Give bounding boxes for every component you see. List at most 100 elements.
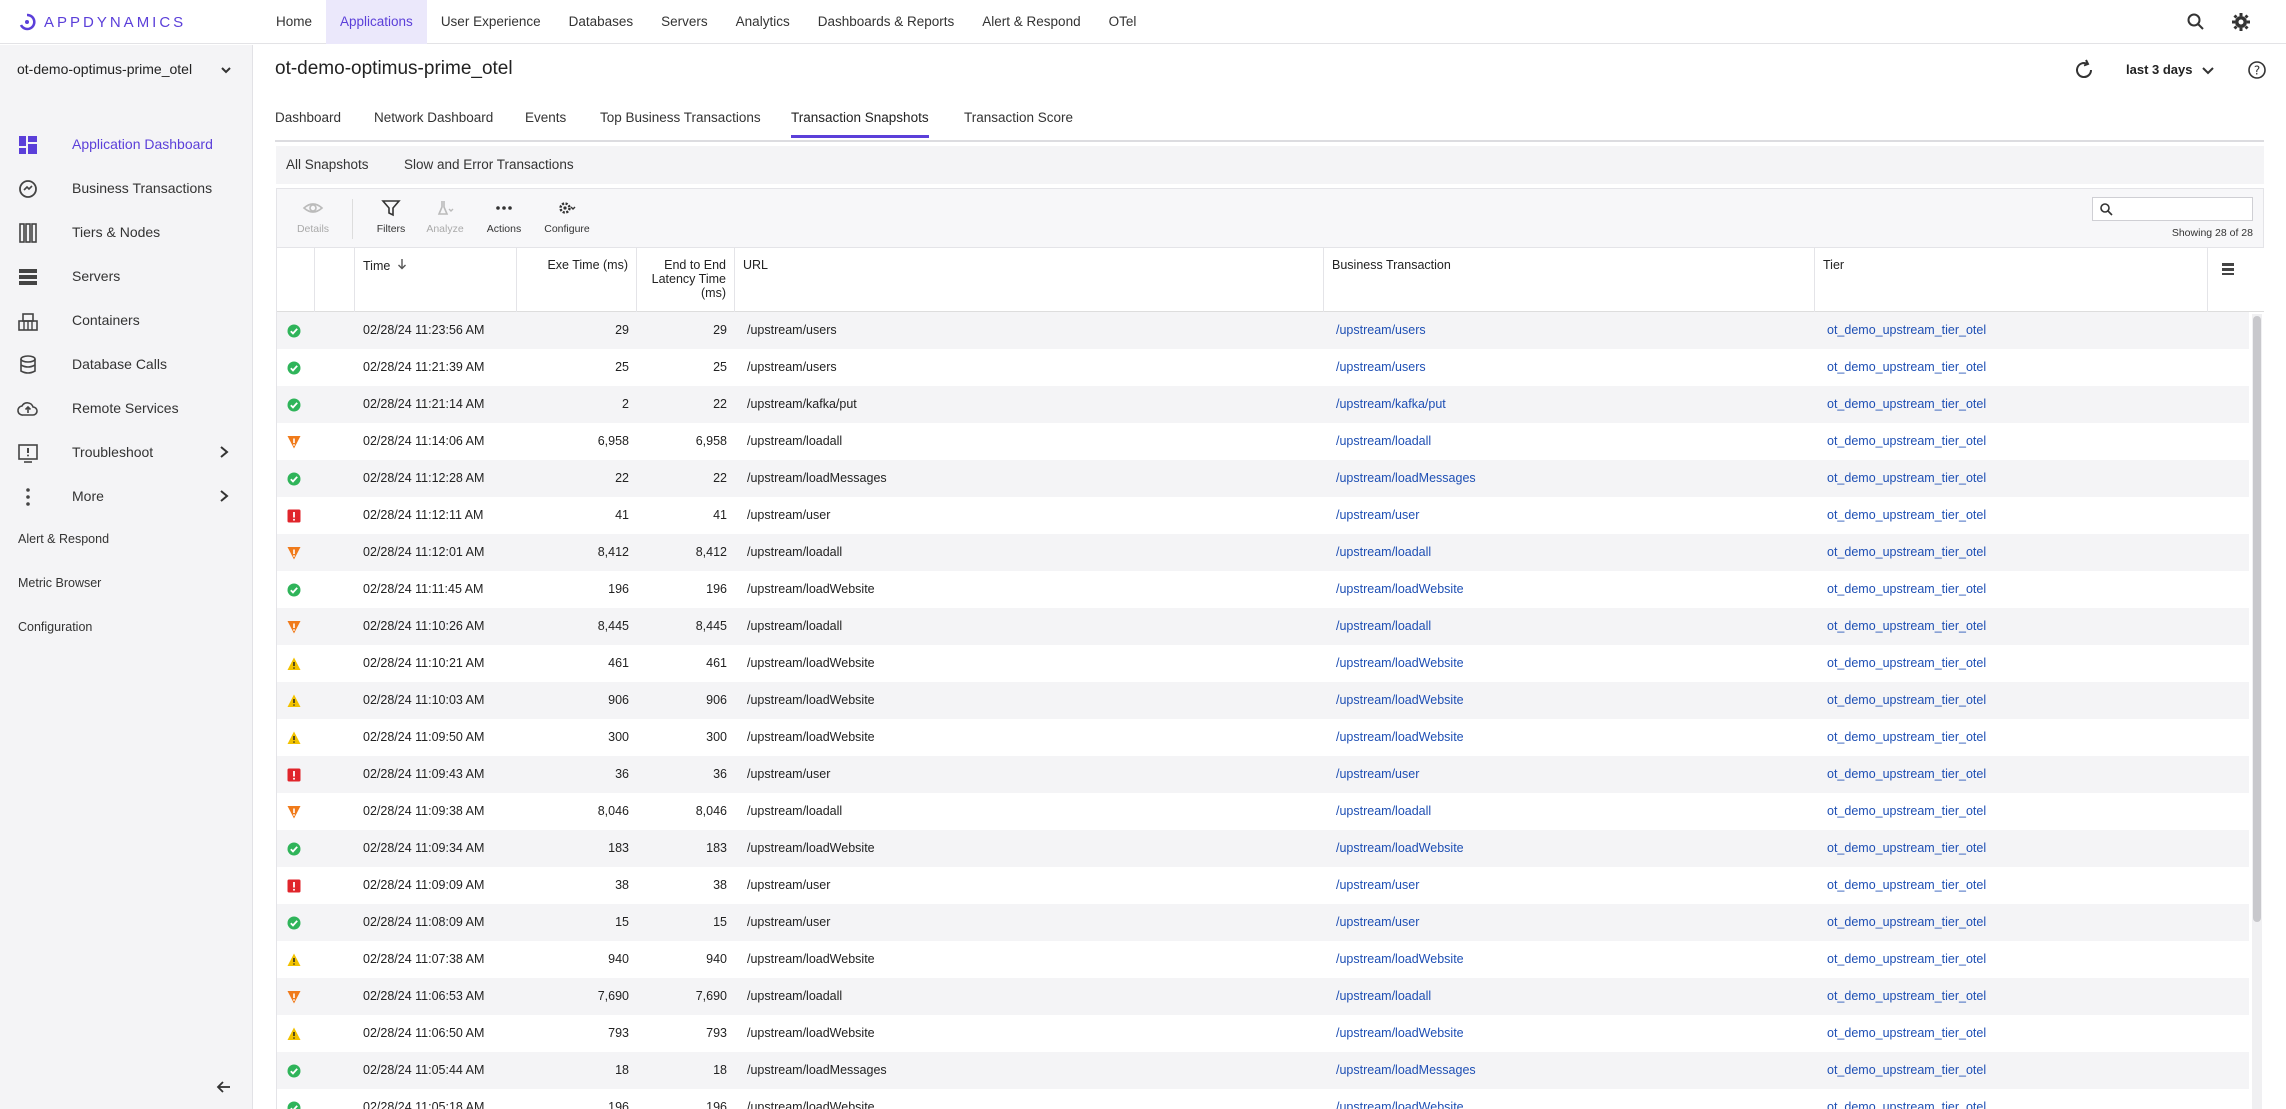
table-row[interactable]: 02/28/24 11:06:53 AM 7,690 7,690/upstream/… [277, 978, 2249, 1015]
subtab-slow-and-error-transactions[interactable]: Slow and Error Transactions [404, 157, 574, 172]
nav-item-databases[interactable]: Databases [555, 0, 648, 44]
cell-business-transaction-link[interactable]: /upstream/loadWebsite [1336, 730, 1464, 744]
nav-item-servers[interactable]: Servers [647, 0, 722, 44]
search-icon[interactable] [2185, 11, 2207, 33]
table-row[interactable]: 02/28/24 11:10:03 AM 906 906/upstream/load… [277, 682, 2249, 719]
column-settings-icon[interactable] [2219, 260, 2237, 278]
cell-tier-link[interactable]: ot_demo_upstream_tier_otel [1827, 323, 1986, 337]
cell-tier-link[interactable]: ot_demo_upstream_tier_otel [1827, 693, 1986, 707]
table-row[interactable]: 02/28/24 11:11:45 AM 196 196/upstream/load… [277, 571, 2249, 608]
cell-business-transaction-link[interactable]: /upstream/loadall [1336, 619, 1431, 633]
nav-item-applications[interactable]: Applications [326, 0, 427, 44]
cell-tier-link[interactable]: ot_demo_upstream_tier_otel [1827, 656, 1986, 670]
sidebar-item-containers[interactable]: Containers [0, 301, 253, 341]
filters-button[interactable]: Filters [361, 197, 421, 245]
cell-tier-link[interactable]: ot_demo_upstream_tier_otel [1827, 767, 1986, 781]
tab-transaction-snapshots[interactable]: Transaction Snapshots [791, 110, 929, 138]
search-input[interactable] [2092, 197, 2253, 221]
table-row[interactable]: 02/28/24 11:08:09 AM 15 15/upstream/user/u… [277, 904, 2249, 941]
cell-tier-link[interactable]: ot_demo_upstream_tier_otel [1827, 397, 1986, 411]
cell-tier-link[interactable]: ot_demo_upstream_tier_otel [1827, 508, 1986, 522]
cell-business-transaction-link[interactable]: /upstream/user [1336, 878, 1419, 892]
actions-button[interactable]: Actions [474, 197, 534, 245]
cell-tier-link[interactable]: ot_demo_upstream_tier_otel [1827, 878, 1986, 892]
table-row[interactable]: 02/28/24 11:23:56 AM 29 29/upstream/users /… [277, 312, 2249, 349]
sidebar-item-business-transactions[interactable]: Business Transactions [0, 169, 253, 209]
sidebar-item-tiers-nodes[interactable]: Tiers & Nodes [0, 213, 253, 253]
sidebar-link-metric-browser[interactable]: Metric Browser [18, 576, 101, 590]
nav-item-dashboards-reports[interactable]: Dashboards & Reports [804, 0, 969, 44]
chevron-down-icon[interactable] [2200, 62, 2216, 78]
time-range-selector[interactable]: last 3 days [2126, 62, 2193, 77]
refresh-icon[interactable] [2072, 58, 2096, 82]
cell-tier-link[interactable]: ot_demo_upstream_tier_otel [1827, 804, 1986, 818]
tab-transaction-score[interactable]: Transaction Score [964, 110, 1073, 135]
table-row[interactable]: 02/28/24 11:12:28 AM 22 22/upstream/loadMe… [277, 460, 2249, 497]
cell-business-transaction-link[interactable]: /upstream/loadall [1336, 434, 1431, 448]
sidebar-item-troubleshoot[interactable]: Troubleshoot [0, 433, 253, 473]
table-row[interactable]: 02/28/24 11:12:01 AM 8,412 8,412/upstream/… [277, 534, 2249, 571]
table-row[interactable]: 02/28/24 11:09:50 AM 300 300/upstream/load… [277, 719, 2249, 756]
cell-tier-link[interactable]: ot_demo_upstream_tier_otel [1827, 989, 1986, 1003]
tab-events[interactable]: Events [525, 110, 566, 135]
sidebar-item-database-calls[interactable]: Database Calls [0, 345, 253, 385]
cell-business-transaction-link[interactable]: /upstream/loadall [1336, 989, 1431, 1003]
cell-business-transaction-link[interactable]: /upstream/users [1336, 323, 1426, 337]
table-row[interactable]: 02/28/24 11:09:38 AM 8,046 8,046/upstream/… [277, 793, 2249, 830]
cell-tier-link[interactable]: ot_demo_upstream_tier_otel [1827, 619, 1986, 633]
cell-tier-link[interactable]: ot_demo_upstream_tier_otel [1827, 545, 1986, 559]
table-scrollbar-thumb[interactable] [2253, 316, 2261, 922]
sidebar-item-more[interactable]: More [0, 477, 253, 517]
configure-button[interactable]: Configure [537, 197, 597, 245]
cell-business-transaction-link[interactable]: /upstream/loadWebsite [1336, 656, 1464, 670]
column-url[interactable]: URL [735, 248, 1324, 312]
cell-tier-link[interactable]: ot_demo_upstream_tier_otel [1827, 471, 1986, 485]
cell-business-transaction-link[interactable]: /upstream/loadall [1336, 804, 1431, 818]
column-time[interactable]: Time [355, 248, 517, 312]
table-row[interactable]: 02/28/24 11:21:14 AM 2 22/upstream/kafka/p… [277, 386, 2249, 423]
cell-business-transaction-link[interactable]: /upstream/loadWebsite [1336, 952, 1464, 966]
cell-business-transaction-link[interactable]: /upstream/loadWebsite [1336, 582, 1464, 596]
table-row[interactable]: 02/28/24 11:07:38 AM 940 940/upstream/load… [277, 941, 2249, 978]
collapse-sidebar-icon[interactable] [214, 1077, 234, 1097]
nav-item-otel[interactable]: OTel [1095, 0, 1151, 44]
cell-business-transaction-link[interactable]: /upstream/loadMessages [1336, 1063, 1476, 1077]
cell-tier-link[interactable]: ot_demo_upstream_tier_otel [1827, 360, 1986, 374]
table-row[interactable]: 02/28/24 11:05:18 AM 196 196/upstream/load… [277, 1089, 2249, 1109]
nav-item-alert-respond[interactable]: Alert & Respond [968, 0, 1094, 44]
sidebar-item-remote-services[interactable]: Remote Services [0, 389, 253, 429]
cell-business-transaction-link[interactable]: /upstream/user [1336, 508, 1419, 522]
cell-business-transaction-link[interactable]: /upstream/user [1336, 915, 1419, 929]
cell-business-transaction-link[interactable]: /upstream/users [1336, 360, 1426, 374]
help-icon[interactable]: ? [2247, 60, 2267, 80]
cell-tier-link[interactable]: ot_demo_upstream_tier_otel [1827, 1026, 1986, 1040]
table-row[interactable]: 02/28/24 11:09:43 AM 36 36/upstream/user/u… [277, 756, 2249, 793]
table-row[interactable]: 02/28/24 11:10:21 AM 461 461/upstream/load… [277, 645, 2249, 682]
cell-business-transaction-link[interactable]: /upstream/user [1336, 767, 1419, 781]
appdynamics-logo[interactable]: APPDYNAMICS [18, 10, 186, 34]
cell-tier-link[interactable]: ot_demo_upstream_tier_otel [1827, 434, 1986, 448]
table-row[interactable]: 02/28/24 11:09:34 AM 183 183/upstream/load… [277, 830, 2249, 867]
subtab-all-snapshots[interactable]: All Snapshots [286, 157, 369, 172]
cell-business-transaction-link[interactable]: /upstream/loadWebsite [1336, 1026, 1464, 1040]
column-exe-time[interactable]: Exe Time (ms) [517, 248, 637, 312]
table-row[interactable]: 02/28/24 11:21:39 AM 25 25/upstream/users /… [277, 349, 2249, 386]
sidebar-link-configuration[interactable]: Configuration [18, 620, 92, 634]
tab-dashboard[interactable]: Dashboard [275, 110, 341, 135]
cell-business-transaction-link[interactable]: /upstream/loadWebsite [1336, 693, 1464, 707]
tab-network-dashboard[interactable]: Network Dashboard [374, 110, 493, 135]
cell-tier-link[interactable]: ot_demo_upstream_tier_otel [1827, 582, 1986, 596]
table-row[interactable]: 02/28/24 11:14:06 AM 6,958 6,958/upstream/… [277, 423, 2249, 460]
cell-business-transaction-link[interactable]: /upstream/loadWebsite [1336, 841, 1464, 855]
cell-tier-link[interactable]: ot_demo_upstream_tier_otel [1827, 1100, 1986, 1109]
cell-tier-link[interactable]: ot_demo_upstream_tier_otel [1827, 730, 1986, 744]
cell-tier-link[interactable]: ot_demo_upstream_tier_otel [1827, 1063, 1986, 1077]
cell-business-transaction-link[interactable]: /upstream/kafka/put [1336, 397, 1446, 411]
table-row[interactable]: 02/28/24 11:12:11 AM 41 41/upstream/user/u… [277, 497, 2249, 534]
nav-item-analytics[interactable]: Analytics [722, 0, 804, 44]
sidebar-item-application-dashboard[interactable]: Application Dashboard [0, 125, 253, 165]
table-row[interactable]: 02/28/24 11:06:50 AM 793 793/upstream/load… [277, 1015, 2249, 1052]
cell-tier-link[interactable]: ot_demo_upstream_tier_otel [1827, 952, 1986, 966]
settings-gear-icon[interactable] [2230, 11, 2252, 33]
nav-item-home[interactable]: Home [262, 0, 326, 44]
